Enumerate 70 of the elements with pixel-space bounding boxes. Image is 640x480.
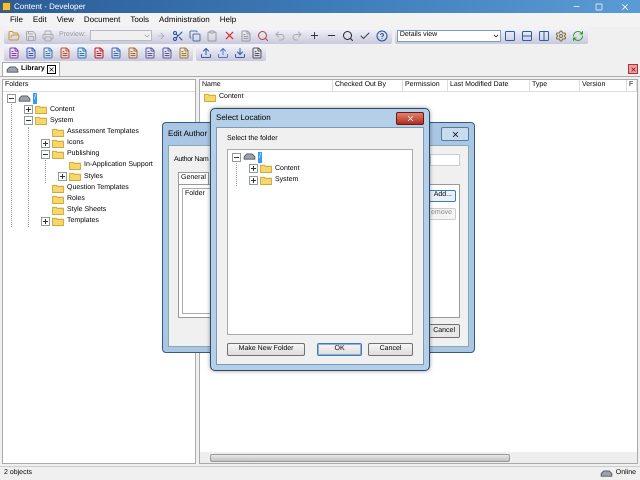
menu-item[interactable]: View: [56, 14, 74, 26]
copy-icon[interactable]: [189, 30, 202, 42]
document-icon[interactable]: [160, 46, 172, 58]
document-icon[interactable]: [178, 46, 190, 58]
folder-icon: [52, 217, 64, 226]
help-icon[interactable]: [376, 30, 388, 42]
collapse-icon[interactable]: [7, 94, 16, 104]
expand-icon[interactable]: [41, 138, 50, 148]
plus-icon[interactable]: [308, 30, 320, 41]
folder-icon: [35, 105, 47, 114]
document-icon[interactable]: [24, 46, 36, 58]
document-icon[interactable]: [92, 46, 104, 58]
dialog-title: Select Location: [216, 112, 271, 124]
cut-icon[interactable]: [172, 30, 184, 42]
collapse-icon[interactable]: [232, 152, 241, 162]
folder-icon: [52, 184, 64, 193]
document-icon[interactable]: [76, 46, 88, 58]
menu-item[interactable]: Tools: [130, 14, 150, 26]
app-icon: [2, 2, 11, 11]
folder-icon: [69, 161, 81, 170]
folder-icon: [52, 128, 64, 137]
document-icon[interactable]: [250, 46, 262, 58]
document-icon[interactable]: [144, 46, 156, 58]
expand-icon[interactable]: [58, 172, 67, 182]
expand-icon[interactable]: [249, 164, 258, 174]
window-title: Content - Developer: [14, 0, 86, 12]
folder-icon: [52, 150, 64, 160]
menu-item[interactable]: Edit: [32, 14, 47, 26]
document-icon[interactable]: [110, 46, 122, 58]
magnifier-icon[interactable]: [257, 30, 270, 42]
search-icon[interactable]: [342, 30, 354, 42]
rows-icon[interactable]: [521, 30, 534, 42]
expand-icon[interactable]: [24, 105, 33, 114]
menu-item[interactable]: File: [10, 14, 23, 26]
close-icon[interactable]: [450, 130, 460, 138]
horizontal-scrollbar[interactable]: [200, 452, 637, 463]
dialog-title: Edit Author: [168, 128, 208, 140]
folder-icon: [52, 206, 64, 215]
folder-icon: [204, 93, 216, 102]
document-icon[interactable]: [58, 46, 70, 58]
refresh-icon[interactable]: [572, 30, 584, 42]
delete-icon[interactable]: [222, 29, 236, 42]
folder-icon: [35, 116, 47, 126]
drive-icon: [6, 66, 19, 74]
folder-icon: [52, 138, 64, 148]
author-name-field[interactable]: [430, 154, 460, 166]
upload-icon[interactable]: [200, 46, 212, 58]
document-icon[interactable]: [126, 46, 138, 58]
expand-icon[interactable]: [249, 176, 258, 185]
folder-icon: [260, 164, 272, 174]
settings-icon[interactable]: [555, 30, 568, 42]
menu-item[interactable]: Help: [220, 14, 236, 26]
expand-icon[interactable]: [41, 217, 50, 226]
check-icon[interactable]: [359, 30, 372, 42]
download-icon[interactable]: [234, 46, 246, 58]
drive-icon: [243, 153, 256, 162]
columns-icon[interactable]: [538, 30, 550, 42]
folder-icon: [69, 172, 81, 182]
collapse-icon[interactable]: [41, 150, 50, 160]
drive-icon: [600, 470, 613, 478]
document-icon[interactable]: [42, 46, 54, 58]
close-pane-icon[interactable]: [630, 66, 636, 72]
menu-item[interactable]: Document: [84, 14, 120, 26]
upload-icon[interactable]: [216, 46, 228, 58]
folder-icon: [52, 194, 64, 204]
collapse-icon[interactable]: [24, 116, 33, 126]
menu-item[interactable]: Administration: [159, 14, 210, 26]
drive-icon: [18, 94, 31, 103]
close-icon[interactable]: [46, 65, 56, 74]
document-icon[interactable]: [8, 46, 20, 58]
